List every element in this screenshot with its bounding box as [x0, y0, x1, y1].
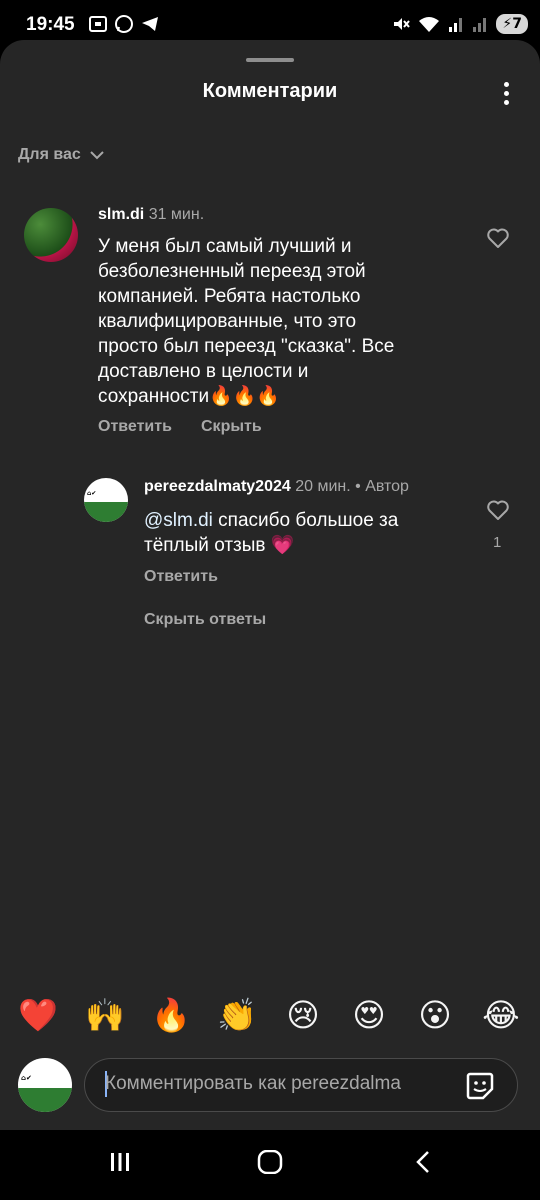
recent-apps-icon[interactable] — [108, 1150, 132, 1174]
logo-band — [18, 1087, 72, 1112]
drag-handle[interactable] — [246, 58, 294, 62]
composer-avatar: ⌂✔ — [18, 1058, 72, 1112]
hide-button[interactable]: Скрыть — [201, 418, 262, 436]
quick-reactions: ❤️ 🙌 🔥 👏 😢 😍 😮 😂 — [0, 995, 540, 1037]
sticker-icon[interactable] — [465, 1071, 495, 1101]
system-nav-bar — [0, 1130, 540, 1200]
reaction-heart[interactable]: ❤️ — [18, 995, 58, 1035]
screenshot-icon — [89, 16, 107, 32]
reply-time: 20 мин. — [295, 478, 351, 495]
sheet-title: Комментарии — [202, 80, 338, 102]
author-badge: • Автор — [355, 478, 409, 495]
reaction-fire[interactable]: 🔥 — [151, 995, 191, 1035]
comment-input[interactable]: Комментировать как pereezdalma — [84, 1058, 518, 1112]
status-time: 19:45 — [26, 14, 75, 35]
avatar[interactable] — [24, 208, 78, 262]
mute-icon — [394, 18, 411, 30]
comments-sheet: Комментарии Для вас slm.di 31 мин. У мен… — [0, 40, 540, 1130]
reaction-wow[interactable]: 😮 — [415, 995, 455, 1035]
comment-username[interactable]: slm.di — [98, 206, 144, 223]
whatsapp-icon — [115, 15, 133, 33]
comment-header: slm.di 31 мин. — [98, 206, 204, 224]
reply-username[interactable]: pereezdalmaty2024 — [144, 478, 291, 495]
like-count: 1 — [493, 534, 502, 551]
home-icon[interactable] — [257, 1150, 283, 1174]
reaction-clap[interactable]: 👏 — [217, 995, 257, 1035]
reply-avatar[interactable]: ⌂✔ — [84, 478, 128, 522]
filter-label: Для вас — [18, 146, 81, 163]
reaction-raised-hands[interactable]: 🙌 — [85, 995, 125, 1035]
reply-to-reply-button[interactable]: Ответить — [144, 568, 218, 586]
reaction-cry[interactable]: 😢 — [283, 995, 323, 1035]
logo-icon: ⌂✔ — [87, 490, 97, 497]
more-options-icon[interactable] — [502, 82, 510, 108]
reaction-laugh[interactable]: 😂 — [481, 995, 521, 1035]
signal-icon — [449, 18, 463, 32]
logo-band — [84, 502, 128, 522]
reply-button[interactable]: Ответить — [98, 418, 172, 436]
back-icon[interactable] — [412, 1150, 436, 1174]
comment-text: У меня был самый лучший и безболезненный… — [98, 236, 395, 407]
status-notification-icons — [88, 14, 160, 34]
mention-link[interactable]: @slm.di — [144, 510, 213, 531]
heart-icon[interactable] — [486, 498, 510, 522]
telegram-icon — [142, 17, 158, 31]
reply-header: pereezdalmaty2024 20 мин. • Автор — [144, 478, 409, 496]
comment-time: 31 мин. — [148, 206, 205, 223]
signal-icon-2 — [473, 18, 487, 32]
reaction-heart-eyes[interactable]: 😍 — [349, 995, 389, 1035]
chevron-down-icon — [90, 151, 104, 160]
hide-replies-button[interactable]: Скрыть ответы — [144, 611, 266, 629]
comment-input-placeholder: Комментировать как pereezdalma — [105, 1073, 401, 1094]
comment-composer: ⌂✔ Комментировать как pereezdalma — [0, 1048, 540, 1128]
heart-icon[interactable] — [486, 226, 510, 250]
logo-icon: ⌂✔ — [21, 1074, 32, 1082]
battery-indicator: ⚡7 — [496, 14, 528, 34]
wifi-icon — [419, 17, 440, 32]
status-system-icons: ⚡7 — [392, 14, 528, 34]
comment-filter[interactable]: Для вас — [18, 146, 105, 164]
reply-text: @slm.di спасибо большое за тёплый отзыв … — [144, 508, 444, 558]
